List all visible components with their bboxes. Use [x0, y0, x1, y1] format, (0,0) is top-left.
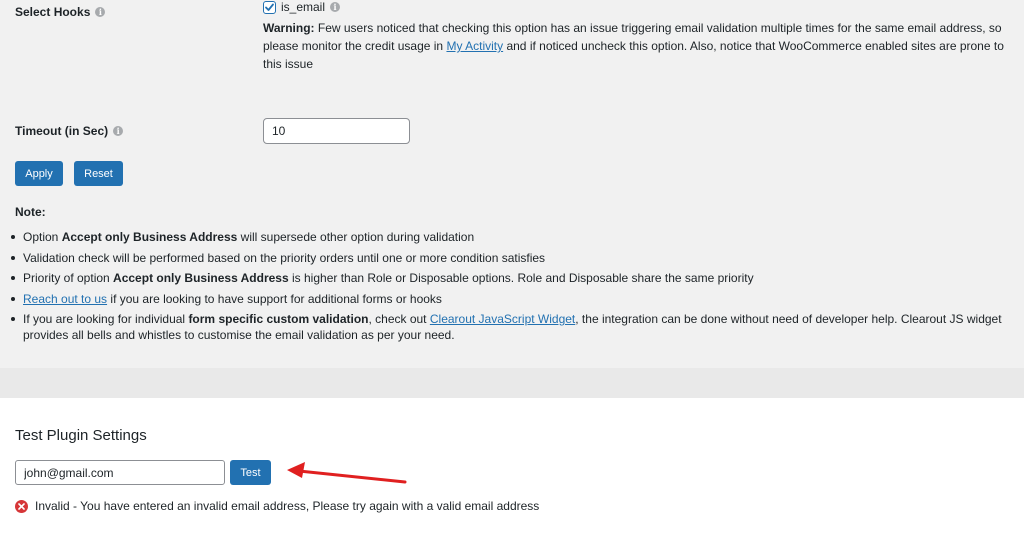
- list-item: If you are looking for individual form s…: [11, 311, 1018, 343]
- my-activity-link[interactable]: My Activity: [446, 39, 503, 53]
- list-item: Reach out to us if you are looking to ha…: [11, 291, 1018, 307]
- is-email-label: is_email: [281, 0, 326, 14]
- list-item: Option Accept only Business Address will…: [11, 229, 1018, 245]
- list-item: Validation check will be performed based…: [11, 250, 1018, 266]
- test-email-input[interactable]: [15, 460, 225, 485]
- select-hooks-label: Select Hooks i: [15, 5, 106, 19]
- checkmark-icon: [265, 3, 274, 11]
- info-icon[interactable]: i: [95, 7, 106, 17]
- apply-button[interactable]: Apply: [15, 161, 63, 186]
- timeout-label: Timeout (in Sec) i: [15, 124, 124, 138]
- reach-out-link[interactable]: Reach out to us: [23, 292, 107, 306]
- error-icon: [15, 499, 28, 513]
- timeout-input[interactable]: [263, 118, 410, 144]
- info-icon[interactable]: i: [330, 2, 341, 12]
- notes-list: Option Accept only Business Address will…: [11, 229, 1018, 348]
- info-icon[interactable]: i: [113, 126, 124, 136]
- validation-result: Invalid - You have entered an invalid em…: [15, 499, 539, 513]
- is-email-option[interactable]: is_email i: [263, 0, 341, 14]
- warning-label: Warning:: [263, 21, 315, 35]
- test-button[interactable]: Test: [230, 460, 271, 485]
- is-email-checkbox[interactable]: [263, 0, 276, 14]
- note-title: Note:: [15, 205, 46, 219]
- hooks-warning: Warning: Few users noticed that checking…: [263, 19, 1013, 73]
- clearout-widget-link[interactable]: Clearout JavaScript Widget: [430, 312, 575, 326]
- list-item: Priority of option Accept only Business …: [11, 270, 1018, 286]
- section-title: Test Plugin Settings: [15, 427, 147, 444]
- result-message: Invalid - You have entered an invalid em…: [35, 499, 540, 513]
- reset-button[interactable]: Reset: [74, 161, 123, 186]
- section-divider: [0, 368, 1024, 398]
- red-arrow-annotation: [287, 462, 407, 484]
